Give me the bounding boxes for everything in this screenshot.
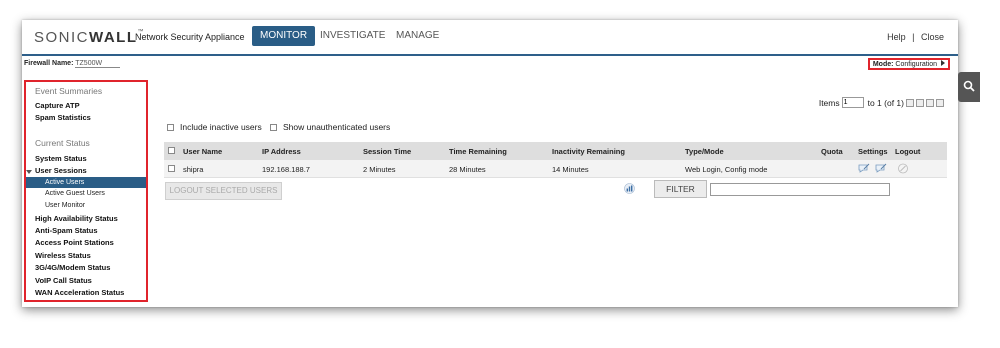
col-settings: Settings — [858, 147, 888, 156]
col-time-remaining[interactable]: Time Remaining — [449, 147, 507, 156]
table-header: User Name IP Address Session Time Time R… — [164, 142, 947, 160]
sidebar-item-active-users[interactable]: Active Users — [26, 177, 146, 188]
sidebar-item-user-monitor[interactable]: User Monitor — [45, 202, 85, 209]
show-unauth-option[interactable]: Show unauthenticated users — [270, 122, 390, 132]
col-ip-address[interactable]: IP Address — [262, 147, 301, 156]
cell-ip-address: 192.168.188.7 — [262, 165, 310, 174]
sidebar-item-anti-spam-status[interactable]: Anti-Spam Status — [35, 226, 98, 235]
sidebar-item-modem-status[interactable]: 3G/4G/Modem Status — [35, 263, 110, 272]
sidebar-item-wireless-status[interactable]: Wireless Status — [35, 251, 91, 260]
sidebar-item-wan-acceleration-status[interactable]: WAN Acceleration Status — [35, 288, 124, 297]
col-user-name[interactable]: User Name — [183, 147, 222, 156]
first-page-button[interactable] — [906, 98, 914, 107]
sidebar-item-active-guest-users[interactable]: Active Guest Users — [45, 190, 105, 197]
col-logout: Logout — [895, 147, 921, 156]
chart-icon[interactable] — [624, 183, 635, 194]
include-inactive-option[interactable]: Include inactive users — [167, 122, 262, 132]
firewall-name-value: TZ500W — [75, 60, 121, 68]
sidebar-item-spam-statistics[interactable]: Spam Statistics — [35, 113, 91, 122]
prev-page-button[interactable] — [916, 98, 924, 107]
cell-user-name: shipra — [183, 165, 204, 174]
mode-label: Mode: — [872, 61, 894, 68]
col-session-time[interactable]: Session Time — [363, 147, 411, 156]
sidebar-item-voip-call-status[interactable]: VoIP Call Status — [35, 276, 92, 285]
search-tab[interactable] — [958, 72, 980, 102]
col-quota[interactable]: Quota — [821, 147, 843, 156]
search-icon — [963, 80, 975, 92]
row-checkbox[interactable] — [168, 165, 175, 172]
tab-manage[interactable]: MANAGE — [388, 26, 447, 46]
sidebar-item-user-sessions[interactable]: User Sessions — [35, 166, 87, 175]
sonicwall-logo: SONICWALL™ — [34, 29, 144, 46]
cell-time-remaining: 28 Minutes — [449, 165, 486, 174]
sidebar-item-high-availability-status[interactable]: High Availability Status — [35, 214, 118, 223]
header-divider — [22, 54, 958, 56]
show-unauth-label: Show unauthenticated users — [283, 122, 391, 132]
sidebar-item-access-point-stations[interactable]: Access Point Stations — [35, 238, 114, 247]
cell-session-time: 2 Minutes — [363, 165, 396, 174]
header-separator: | — [912, 32, 915, 42]
firewall-name-label: Firewall Name: — [24, 60, 74, 67]
mode-value: Configuration — [895, 61, 938, 68]
logout-icon[interactable] — [897, 163, 909, 174]
filter-button[interactable]: FILTER — [654, 180, 707, 198]
select-all-checkbox[interactable] — [168, 147, 175, 154]
filter-input[interactable] — [710, 183, 890, 196]
product-name: Network Security Appliance — [135, 32, 245, 42]
help-link[interactable]: Help — [887, 32, 906, 42]
sidebar-item-capture-atp[interactable]: Capture ATP — [35, 101, 80, 110]
tab-investigate[interactable]: INVESTIGATE — [312, 26, 393, 46]
col-inactivity-remaining[interactable]: Inactivity Remaining — [552, 147, 625, 156]
items-start-input[interactable] — [841, 97, 864, 108]
col-type-mode[interactable]: Type/Mode — [685, 147, 724, 156]
table-row[interactable]: shipra 192.168.188.7 2 Minutes 28 Minute… — [164, 160, 947, 178]
top-header: SONICWALL™ Network Security Appliance MO… — [22, 20, 958, 54]
mode-selector[interactable]: Mode: Configuration — [867, 58, 950, 70]
cell-inactivity-remaining: 14 Minutes — [552, 165, 589, 174]
expand-triangle-icon[interactable] — [26, 170, 32, 174]
cell-type-mode: Web Login, Config mode — [685, 165, 768, 174]
items-range: to 1 (of 1) — [867, 97, 904, 108]
include-inactive-label: Include inactive users — [180, 122, 262, 132]
include-inactive-checkbox[interactable] — [167, 123, 174, 131]
settings-edit-icon[interactable] — [858, 163, 870, 174]
show-unauth-checkbox[interactable] — [270, 123, 277, 131]
pager: Items to 1 (of 1) — [819, 97, 944, 108]
items-label: Items — [818, 97, 840, 108]
settings-comment-icon[interactable] — [875, 163, 887, 174]
logout-selected-users-button[interactable]: LOGOUT SELECTED USERS — [165, 182, 282, 200]
mode-arrow-icon — [941, 60, 945, 66]
app-window: SONICWALL™ Network Security Appliance MO… — [22, 20, 980, 307]
sidebar-section-event-summaries: Event Summaries — [35, 86, 103, 96]
next-page-button[interactable] — [926, 98, 934, 107]
close-link[interactable]: Close — [921, 32, 944, 42]
sidebar-section-current-status: Current Status — [35, 138, 90, 148]
help-links: Help | Close — [887, 32, 944, 42]
sidebar-item-system-status[interactable]: System Status — [35, 154, 87, 163]
firewall-name-row: Firewall Name: TZ500W — [24, 60, 121, 68]
last-page-button[interactable] — [936, 98, 944, 107]
tab-monitor[interactable]: MONITOR — [252, 26, 316, 46]
sidebar: Event Summaries Capture ATP Spam Statist… — [24, 80, 148, 302]
